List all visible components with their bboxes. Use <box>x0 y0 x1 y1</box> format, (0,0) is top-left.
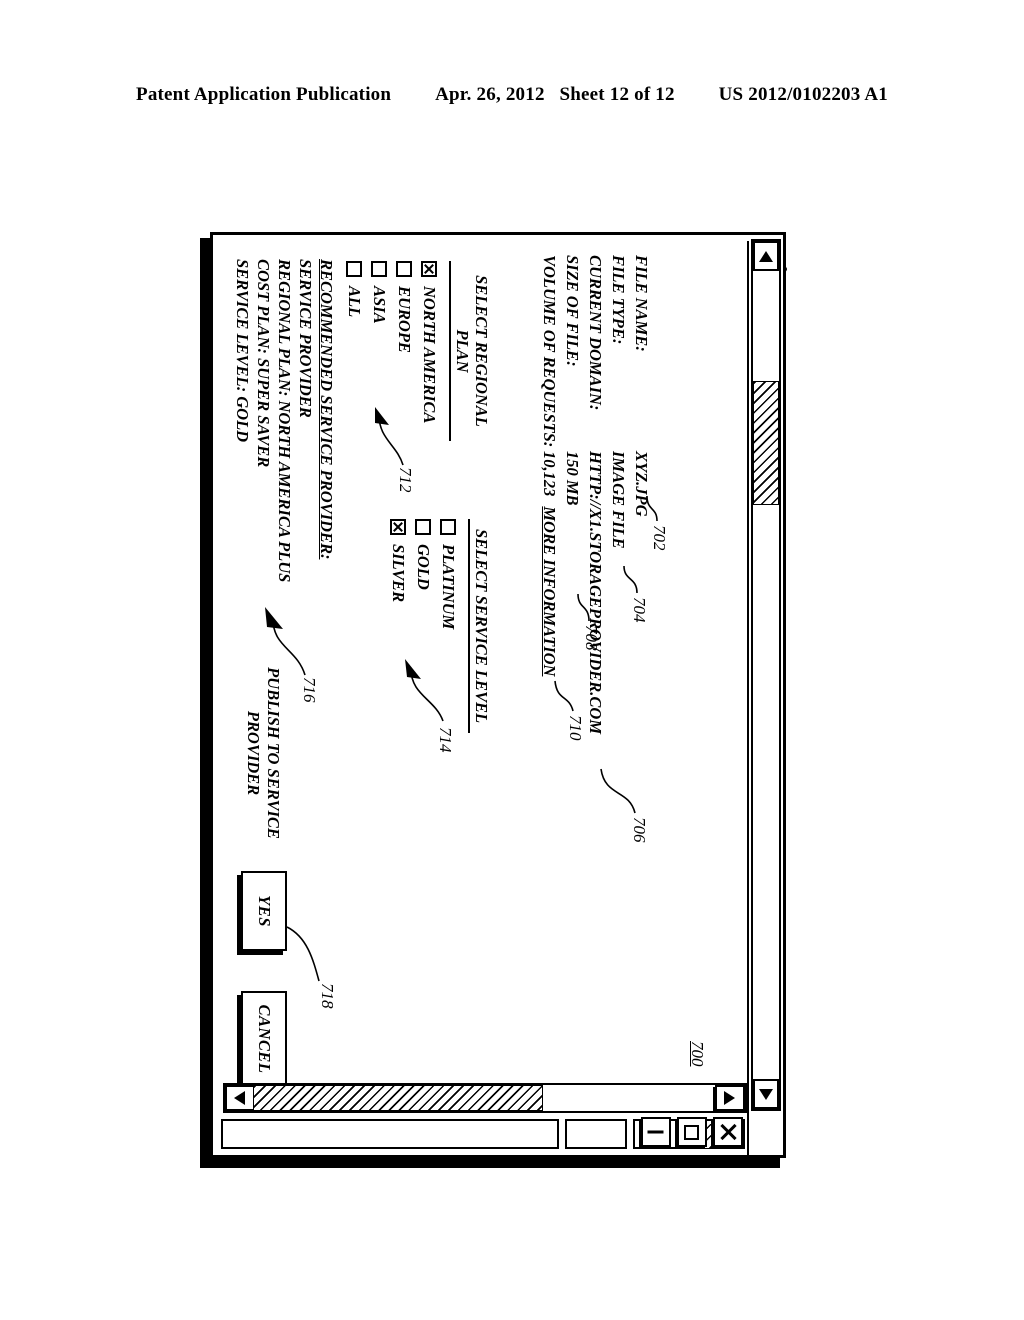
horizontal-scroll-thumb[interactable] <box>753 381 779 505</box>
dialog-content: 700 FILE NAME: XYZ.JPG FILE TYPE: IMAGE … <box>185 249 709 1087</box>
minimize-icon <box>648 1130 664 1134</box>
figure-window-drawing: FILE EDIT VIEW FAVORITES TOOLS HELP 700 … <box>198 232 786 1170</box>
reference-708: 708 <box>582 625 601 651</box>
checkbox-label-europe: EUROPE <box>395 286 415 353</box>
checkbox-label-all: ALL <box>345 286 365 318</box>
checkbox-north-america[interactable] <box>421 261 438 277</box>
header-publication-number: US 2012/0102203 A1 <box>718 84 888 105</box>
recommendation-block: RECOMMENDED SERVICE PROVIDER: SERVICE PR… <box>232 259 337 582</box>
triangle-right-icon <box>759 1088 773 1100</box>
triangle-up-icon <box>724 1091 736 1105</box>
horizontal-scrollbar[interactable] <box>751 239 781 1111</box>
rail-box-bottom <box>221 1119 559 1149</box>
window-client-area: 700 FILE NAME: XYZ.JPG FILE TYPE: IMAGE … <box>215 241 745 1155</box>
vertical-scrollbar[interactable] <box>223 1083 747 1113</box>
reference-704: 704 <box>630 597 649 623</box>
reference-716: 716 <box>300 677 319 703</box>
maximize-icon <box>684 1124 700 1140</box>
checkbox-silver[interactable] <box>390 519 407 535</box>
regional-plan-option[interactable]: NORTH AMERICA <box>417 261 442 441</box>
regional-plan-title-line2: PLAN <box>453 329 472 373</box>
reference-710: 710 <box>566 715 585 741</box>
scroll-left-arrow-icon[interactable] <box>753 241 779 271</box>
checkbox-label-gold: GOLD <box>414 544 434 590</box>
sheet-header: Patent Application Publication Apr. 26, … <box>0 84 1024 106</box>
horizontal-scroll-track[interactable] <box>753 271 779 1079</box>
checkbox-gold[interactable] <box>415 519 432 535</box>
checkbox-asia[interactable] <box>371 261 388 277</box>
publish-label-line1: PUBLISH TO SERVICE <box>264 667 283 839</box>
regional-plan-title-line1: SELECT REGIONAL <box>472 275 491 427</box>
recommendation-service-level: SERVICE LEVEL: GOLD <box>233 259 252 443</box>
reference-718: 718 <box>318 983 337 1009</box>
recommendation-provider: SERVICE PROVIDER <box>296 259 315 418</box>
reference-706: 706 <box>630 817 649 843</box>
checkbox-platinum[interactable] <box>440 519 457 535</box>
recommendation-title: RECOMMENDED SERVICE PROVIDER: <box>317 259 336 560</box>
header-publication-title: Patent Application Publication <box>136 84 392 105</box>
reference-714: 714 <box>436 727 455 753</box>
header-date: Apr. 26, 2012 <box>435 84 545 105</box>
service-level-title: SELECT SERVICE LEVEL <box>468 519 491 733</box>
rail-box-middle <box>565 1119 627 1149</box>
leader-line-714 <box>405 659 444 722</box>
triangle-down-icon <box>234 1091 246 1105</box>
publish-label-line2: PROVIDER <box>244 710 263 796</box>
vertical-scroll-thumb[interactable] <box>253 1085 543 1111</box>
leader-lines-info <box>554 495 658 814</box>
leader-line-712 <box>375 407 404 466</box>
regional-plan-title: SELECT REGIONAL PLAN <box>449 261 491 441</box>
recommendation-cost-plan: COST PLAN: SUPER SAVER <box>254 259 273 468</box>
checkbox-europe[interactable] <box>396 261 413 277</box>
reference-702: 702 <box>650 525 669 551</box>
minimize-button[interactable] <box>641 1117 671 1147</box>
vertical-scroll-track[interactable] <box>253 1085 715 1111</box>
checkbox-label-asia: ASIA <box>370 286 390 324</box>
scroll-right-arrow-icon[interactable] <box>753 1079 779 1109</box>
maximize-button[interactable] <box>677 1117 707 1147</box>
checkbox-label-platinum: PLATINUM <box>439 544 459 630</box>
checkbox-label-silver: SILVER <box>389 544 409 603</box>
scroll-up-arrow-icon[interactable] <box>715 1085 745 1111</box>
scroll-down-arrow-icon[interactable] <box>225 1085 255 1111</box>
application-window: FILE EDIT VIEW FAVORITES TOOLS HELP 700 … <box>210 232 786 1158</box>
checkbox-all[interactable] <box>346 261 363 277</box>
header-sheet-number: Sheet 12 of 12 <box>559 84 675 105</box>
publish-to-service-provider-label: PUBLISH TO SERVICE PROVIDER <box>243 653 283 853</box>
close-button[interactable] <box>713 1117 743 1147</box>
checkbox-label-north-america: NORTH AMERICA <box>420 286 440 424</box>
reference-712: 712 <box>396 467 415 493</box>
triangle-left-icon <box>759 250 773 262</box>
recommendation-regional-plan: REGIONAL PLAN: NORTH AMERICA PLUS <box>275 259 294 583</box>
window-controls <box>641 1117 743 1151</box>
